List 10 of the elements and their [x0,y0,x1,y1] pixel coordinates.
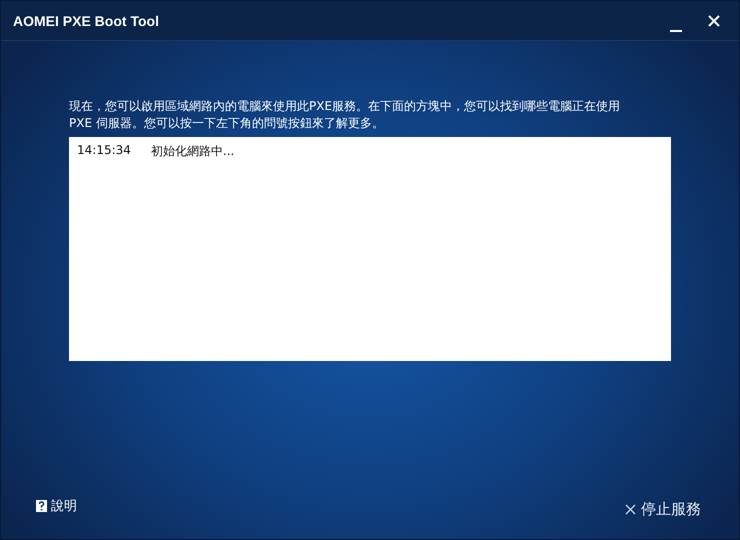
help-button[interactable]: 說明 [36,497,77,515]
close-icon [625,504,636,515]
intro-text: 現在，您可以啟用區域網路內的電腦來使用此PXE服務。在下面的方塊中，您可以找到哪些電腦正在使用PXE 伺服器。您可以按一下左下角的問號按鈕來了解更多。 [69,98,622,132]
log-time: 14:15:34 [77,143,131,159]
stop-service-button[interactable]: 停止服務 [625,500,701,519]
help-icon [36,500,47,512]
log-message: 初始化網路中... [150,143,234,160]
minimize-icon [670,30,682,32]
close-icon [707,14,721,28]
window-title: AOMEI PXE Boot Tool [13,12,160,28]
